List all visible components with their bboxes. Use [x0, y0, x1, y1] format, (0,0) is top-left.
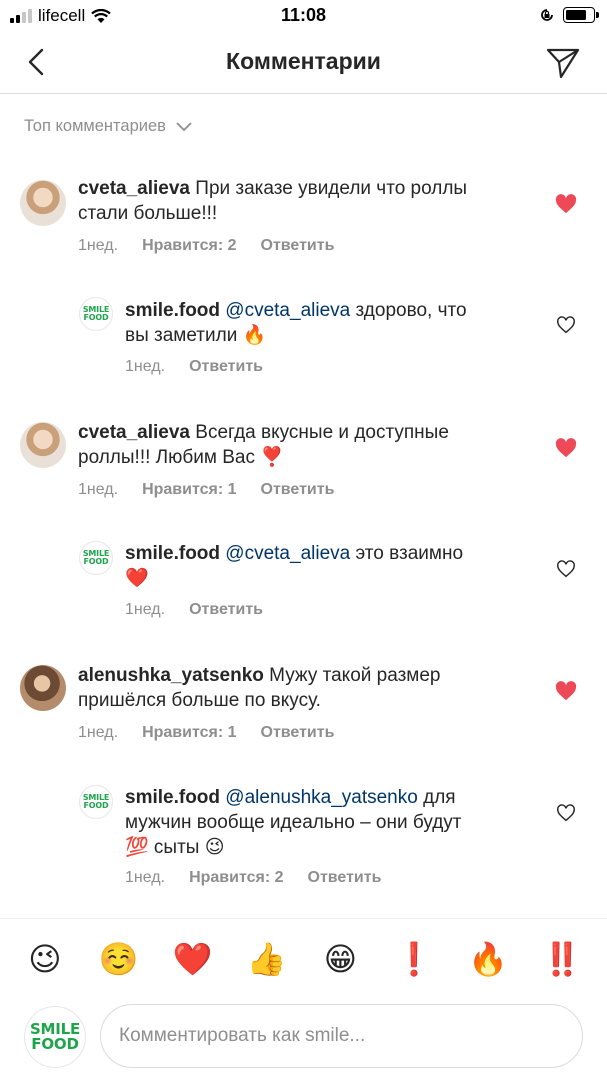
avatar: SMILE FOOD [24, 1006, 86, 1068]
comment-body-line2: стали больше!!! [78, 203, 218, 224]
heart-filled-icon[interactable] [555, 194, 577, 214]
comment-body: здорово, что [355, 300, 467, 321]
brand-logo-line2: FOOD [83, 313, 109, 322]
battery-icon [563, 7, 599, 23]
status-time: 11:08 [280, 5, 327, 25]
comment-input-placeholder: Комментировать как smile... [119, 1025, 366, 1046]
avatar[interactable]: SMILE FOOD [79, 541, 113, 575]
comment-username[interactable]: smile.food [125, 300, 220, 321]
comment-body-line2: вы заметили 🔥 [125, 325, 267, 346]
comment-mention[interactable]: @cveta_alieva [225, 300, 350, 321]
heart-outline-icon[interactable] [556, 316, 576, 334]
comment-likes-count[interactable]: Нравится: 2 [142, 237, 236, 255]
comment-time: 1нед. [125, 601, 166, 618]
comment-likes-count[interactable]: Нравится: 1 [142, 724, 236, 742]
comment-composer: SMILE FOOD Комментировать как smile... [0, 998, 607, 1080]
reaction-thumbs-up[interactable]: 👍 [244, 940, 290, 978]
comment-time: 1нед. [78, 481, 119, 498]
reply-button[interactable]: Ответить [189, 358, 263, 376]
comment-meta: 1нед. Нравится: 1 Ответить [78, 724, 334, 742]
quick-reactions-bar: 😉 ☺️ ❤️ 👍 😁 ❗ 🔥 ‼️ [0, 918, 607, 998]
comment-meta: 1нед. Нравится: 2 Ответить [78, 237, 334, 255]
paper-plane-icon [546, 48, 580, 79]
comment-meta: 1нед. Нравится: 1 Ответить [78, 481, 334, 499]
comment-body: Мужу такой размер [269, 665, 441, 686]
comment-body: это взаимно [355, 543, 464, 564]
avatar[interactable] [20, 665, 66, 711]
comment-body-line2: ❤️ [125, 568, 149, 589]
comment-text: cveta_alieva При заказе увидели что ролл… [78, 176, 528, 226]
comment-meta: 1нед. Ответить [125, 601, 263, 619]
reply-button[interactable]: Ответить [189, 601, 263, 619]
reaction-fire[interactable]: 🔥 [465, 940, 511, 978]
comment-body: для [423, 787, 456, 808]
comment-username[interactable]: smile.food [125, 787, 220, 808]
reaction-wink[interactable]: 😉 [22, 940, 68, 978]
sort-selector[interactable]: Топ комментариев [24, 117, 192, 136]
chevron-down-icon [176, 121, 192, 131]
nav-header: Комментарии [0, 34, 607, 94]
comment-meta: 1нед. Нравится: 2 Ответить [125, 869, 381, 887]
reaction-smile[interactable]: ☺️ [96, 940, 142, 978]
comment-text: alenushka_yatsenko Мужу такой размер при… [78, 663, 528, 713]
comment-username[interactable]: cveta_alieva [78, 178, 190, 199]
comment-likes-count[interactable]: Нравится: 2 [189, 869, 283, 887]
avatar[interactable] [20, 180, 66, 226]
comment-text: cveta_alieva Всегда вкусные и доступные … [78, 420, 528, 470]
comment-body: Всегда вкусные и доступные [195, 422, 449, 443]
comment-time: 1нед. [78, 724, 119, 741]
page-title: Комментарии [226, 48, 381, 74]
comment-time: 1нед. [125, 869, 166, 886]
avatar[interactable] [20, 422, 66, 468]
comment-likes-count[interactable]: Нравится: 1 [142, 481, 236, 499]
comment-time: 1нед. [78, 237, 119, 254]
brand-logo-line2: FOOD [83, 801, 109, 810]
comment-body-line2: пришёлся больше по вкусу. [78, 690, 321, 711]
reaction-heart[interactable]: ❤️ [170, 940, 216, 978]
heart-filled-icon[interactable] [555, 681, 577, 701]
comment-meta: 1нед. Ответить [125, 358, 263, 376]
brand-logo-line2: FOOD [83, 557, 109, 566]
comment-body-line2: роллы!!! Любим Вас ❣️ [78, 447, 284, 468]
comment-text: smile.food @cveta_alieva это взаимно ❤️ [125, 541, 535, 591]
comment-time: 1нед. [125, 358, 166, 375]
reply-button[interactable]: Ответить [261, 481, 335, 499]
avatar[interactable]: SMILE FOOD [79, 785, 113, 819]
reaction-exclamation[interactable]: ❗ [391, 940, 437, 978]
heart-filled-icon[interactable] [555, 438, 577, 458]
comment-username[interactable]: alenushka_yatsenko [78, 665, 264, 686]
sort-label: Топ комментариев [24, 117, 166, 135]
reply-button[interactable]: Ответить [261, 237, 335, 255]
comment-text: smile.food @cveta_alieva здорово, что вы… [125, 298, 535, 348]
heart-outline-icon[interactable] [556, 804, 576, 822]
reaction-double-exclamation[interactable]: ‼️ [539, 940, 585, 978]
brand-logo-line2: FOOD [31, 1035, 79, 1053]
comment-body: При заказе увидели что роллы [195, 178, 468, 199]
reaction-grin[interactable]: 😁 [317, 940, 363, 978]
rotation-lock-icon [541, 9, 553, 21]
direct-share-button[interactable] [543, 43, 583, 83]
comment-mention[interactable]: @alenushka_yatsenko [225, 787, 418, 808]
status-bar: lifecell 11:08 [0, 0, 607, 34]
avatar[interactable]: SMILE FOOD [79, 297, 113, 331]
reply-button[interactable]: Ответить [261, 724, 335, 742]
comment-text: smile.food @alenushka_yatsenko для мужчи… [125, 785, 545, 860]
comment-body-line3: 💯 сыты 😉 [125, 837, 225, 858]
comment-mention[interactable]: @cveta_alieva [225, 543, 350, 564]
reply-button[interactable]: Ответить [308, 869, 382, 887]
heart-outline-icon[interactable] [556, 560, 576, 578]
comment-body-line2: мужчин вообще идеально – они будут [125, 812, 462, 833]
status-right [539, 7, 599, 23]
comment-input[interactable]: Комментировать как smile... [100, 1004, 583, 1068]
comment-username[interactable]: cveta_alieva [78, 422, 190, 443]
comment-username[interactable]: smile.food [125, 543, 220, 564]
